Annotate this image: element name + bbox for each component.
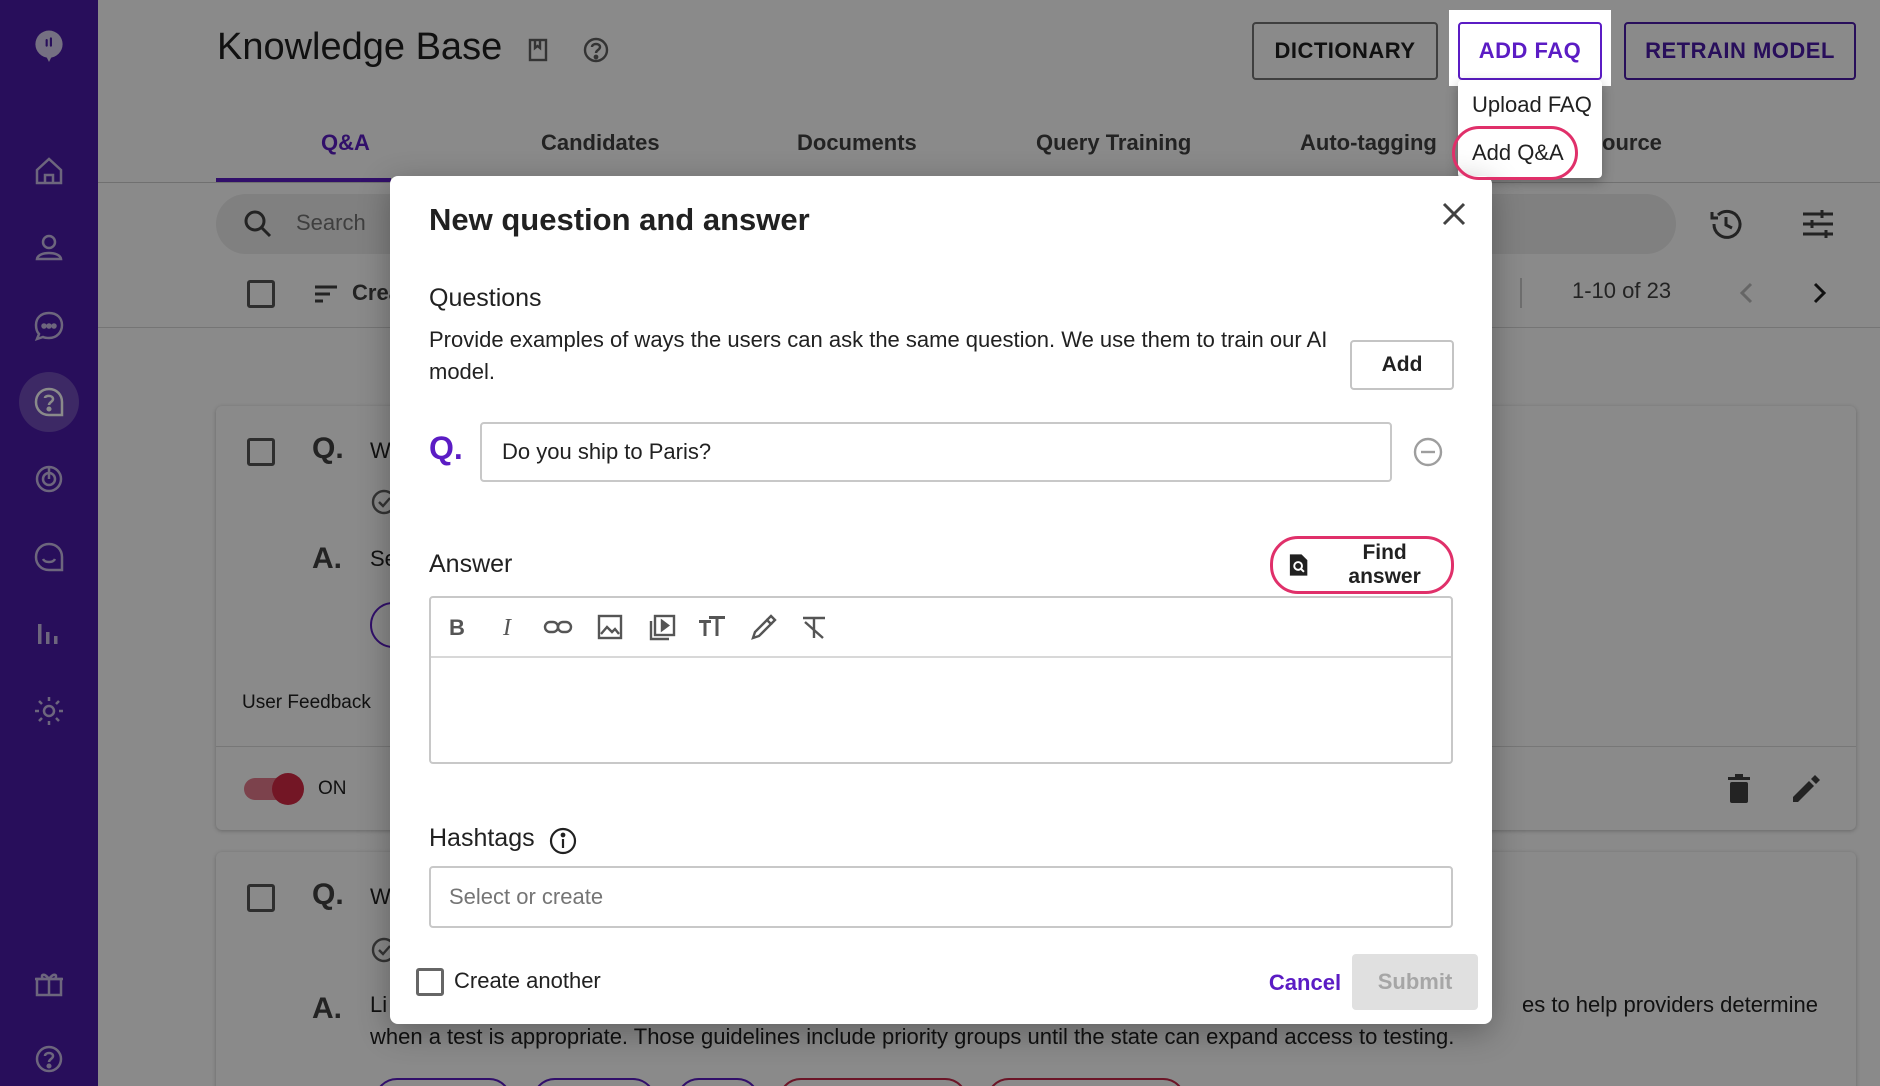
color-picker-icon[interactable] — [749, 612, 779, 642]
add-question-button[interactable]: Add — [1350, 340, 1454, 390]
image-icon[interactable] — [595, 612, 625, 642]
questions-heading: Questions — [429, 284, 542, 312]
italic-icon[interactable]: I — [493, 612, 523, 642]
dialog-title: New question and answer — [429, 202, 810, 237]
find-answer-button[interactable]: Find answer — [1274, 540, 1444, 590]
submit-button[interactable]: Submit — [1352, 954, 1478, 1010]
link-icon[interactable] — [543, 612, 573, 642]
remove-question-icon[interactable] — [1412, 436, 1444, 468]
info-icon[interactable] — [548, 826, 578, 856]
file-search-icon — [1289, 554, 1308, 576]
question-input[interactable] — [480, 422, 1392, 482]
add-faq-button[interactable]: ADD FAQ — [1458, 22, 1602, 80]
bold-icon[interactable]: B — [441, 612, 471, 642]
cancel-button[interactable]: Cancel — [1246, 956, 1364, 1010]
video-icon[interactable] — [647, 612, 677, 642]
clear-format-icon[interactable] — [799, 612, 829, 642]
hashtags-input[interactable] — [429, 866, 1453, 928]
answer-editor[interactable]: B I — [429, 596, 1453, 764]
find-answer-label: Find answer — [1348, 541, 1421, 588]
answer-heading: Answer — [429, 550, 513, 578]
text-size-icon[interactable] — [697, 612, 727, 642]
menu-item-add-qa[interactable]: Add Q&A — [1472, 140, 1564, 166]
question-marker: Q. — [429, 430, 463, 466]
svg-text:B: B — [449, 615, 465, 640]
new-qa-dialog: New question and answer Questions Provid… — [390, 176, 1492, 1024]
close-icon[interactable] — [1438, 198, 1470, 230]
create-another-label: Create another — [454, 968, 601, 993]
svg-text:I: I — [502, 615, 512, 641]
hashtags-heading: Hashtags — [429, 824, 535, 852]
create-another-checkbox[interactable] — [416, 968, 444, 996]
editor-toolbar: B I — [431, 598, 1451, 658]
menu-item-upload-faq[interactable]: Upload FAQ — [1472, 92, 1592, 118]
questions-description: Provide examples of ways the users can a… — [429, 327, 1328, 384]
add-faq-menu: Upload FAQ Add Q&A — [1458, 80, 1602, 178]
